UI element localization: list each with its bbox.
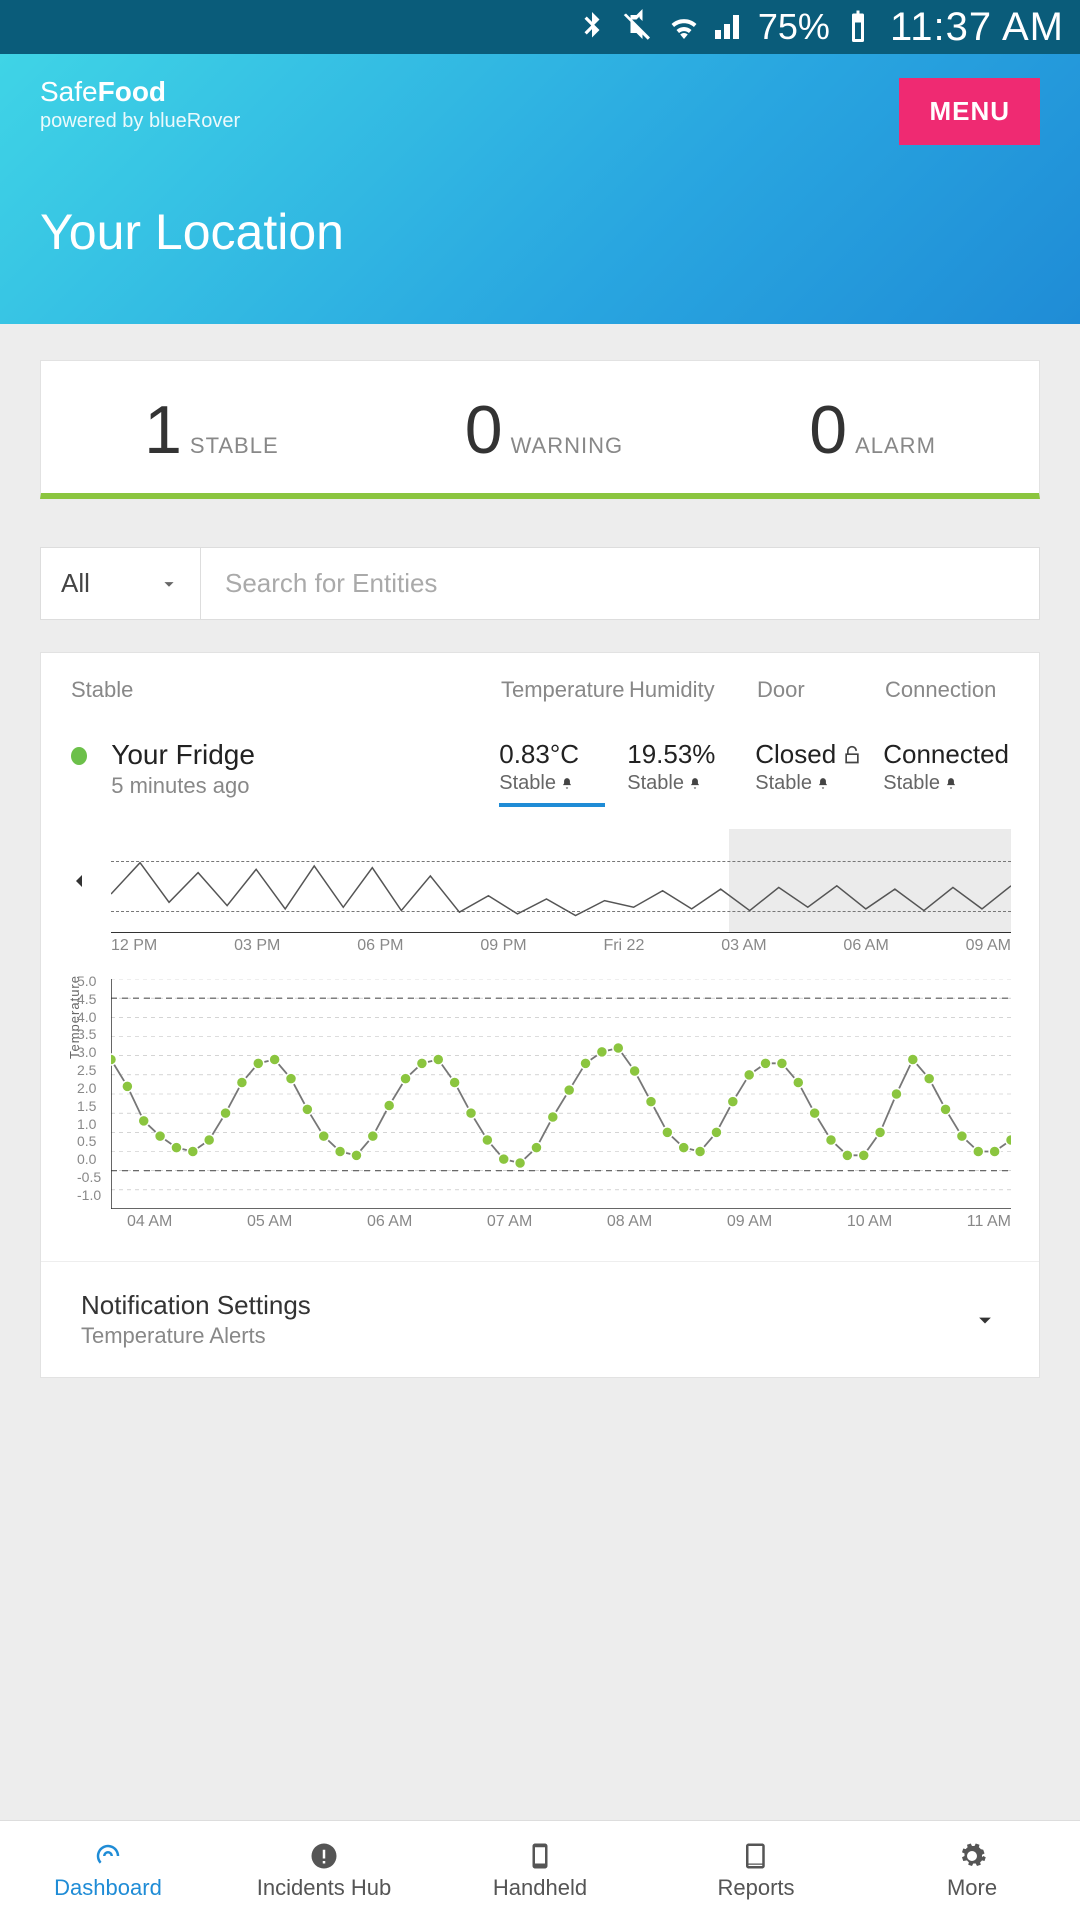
search-input[interactable]	[201, 548, 1039, 619]
entity-updated: 5 minutes ago	[111, 773, 499, 799]
summary-alarm[interactable]: 0 ALARM	[809, 391, 936, 469]
metric-humidity[interactable]: 19.53% Stable	[627, 739, 755, 795]
y-axis-ticks: 5.04.54.03.53.02.52.01.51.00.50.0-0.5-1.…	[77, 973, 101, 1203]
entity-row[interactable]: Your Fridge 5 minutes ago 0.83°C Stable …	[41, 715, 1039, 809]
summary-stable-count: 1	[144, 391, 182, 469]
summary-alarm-count: 0	[809, 391, 847, 469]
notification-settings-row[interactable]: Notification Settings Temperature Alerts	[41, 1261, 1039, 1377]
chart-prev-button[interactable]	[67, 869, 91, 898]
charts-area: 12 PM03 PM06 PM09 PMFri 2203 AM06 AM09 A…	[41, 809, 1039, 1241]
android-status-bar: 75% 11:37 AM	[0, 0, 1080, 54]
entity-column-headers: Stable Temperature Humidity Door Connect…	[41, 653, 1039, 715]
bell-icon	[560, 777, 574, 791]
app-header: SafeFood powered by blueRover MENU Your …	[0, 54, 1080, 324]
summary-warning[interactable]: 0 WARNING	[465, 391, 623, 469]
metric-temperature[interactable]: 0.83°C Stable	[499, 739, 627, 795]
brand-title: SafeFood	[40, 76, 1040, 108]
nav-reports[interactable]: Reports	[648, 1821, 864, 1920]
lock-icon	[842, 745, 862, 765]
bottom-nav: Dashboard Incidents Hub Handheld Reports…	[0, 1820, 1080, 1920]
page-title: Your Location	[40, 203, 1040, 261]
entity-name: Your Fridge	[111, 739, 499, 771]
overview-x-ticks: 12 PM03 PM06 PM09 PMFri 2203 AM06 AM09 A…	[111, 937, 1011, 955]
clock-text: 11:37 AM	[890, 5, 1064, 50]
vibrate-icon	[620, 9, 656, 45]
summary-warning-count: 0	[465, 391, 503, 469]
nav-handheld[interactable]: Handheld	[432, 1821, 648, 1920]
bell-icon	[688, 777, 702, 791]
dashboard-icon	[93, 1841, 123, 1871]
battery-text: 75%	[758, 6, 830, 48]
bluetooth-icon	[574, 9, 610, 45]
overview-chart[interactable]	[111, 833, 1011, 933]
bell-icon	[816, 777, 830, 791]
summary-stable[interactable]: 1 STABLE	[144, 391, 279, 469]
status-dot-icon	[71, 747, 87, 765]
chevron-down-icon	[971, 1306, 999, 1334]
cell-signal-icon	[712, 9, 748, 45]
metric-door[interactable]: Closed Stable	[755, 739, 883, 795]
nav-dashboard[interactable]: Dashboard	[0, 1821, 216, 1920]
chevron-down-icon	[158, 573, 180, 595]
metric-connection[interactable]: Connected Stable	[883, 739, 1009, 795]
filter-bar: All	[40, 547, 1040, 620]
phone-icon	[525, 1841, 555, 1871]
wifi-icon	[666, 9, 702, 45]
entity-card: Stable Temperature Humidity Door Connect…	[40, 652, 1040, 1378]
alert-icon	[309, 1841, 339, 1871]
gear-icon	[957, 1841, 987, 1871]
nav-incidents[interactable]: Incidents Hub	[216, 1821, 432, 1920]
filter-dropdown[interactable]: All	[41, 548, 201, 619]
nav-more[interactable]: More	[864, 1821, 1080, 1920]
detail-x-ticks: 04 AM05 AM06 AM07 AM08 AM09 AM10 AM11 AM	[127, 1213, 1011, 1231]
book-icon	[741, 1841, 771, 1871]
detail-chart[interactable]: Temperature 5.04.54.03.53.02.52.01.51.00…	[111, 979, 1011, 1209]
brand-subtitle: powered by blueRover	[40, 110, 1040, 133]
bell-icon	[944, 777, 958, 791]
battery-icon	[840, 9, 876, 45]
status-summary-card: 1 STABLE 0 WARNING 0 ALARM	[40, 360, 1040, 499]
menu-button[interactable]: MENU	[899, 78, 1040, 145]
